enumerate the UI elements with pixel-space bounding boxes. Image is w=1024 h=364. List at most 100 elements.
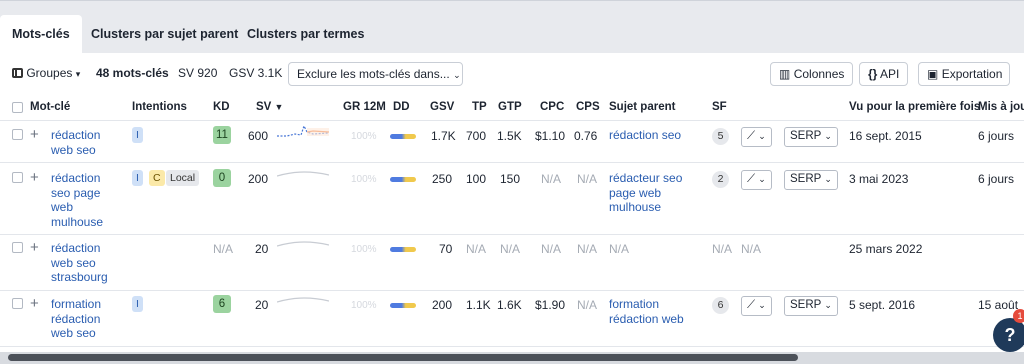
cps-value: N/A (577, 298, 598, 312)
cpc-value: $1.90 (535, 298, 566, 312)
trend-dropdown[interactable]: ⟋ ⌄ (741, 127, 772, 147)
plus-icon[interactable]: + (30, 170, 39, 185)
trend-dropdown[interactable]: ⟋ ⌄ (741, 296, 772, 316)
tab-term-clusters[interactable]: Clusters par termes (235, 15, 376, 54)
parent-topic-line: rédaction seo (609, 128, 682, 142)
keyword-link[interactable]: rédaction web seo strasbourg (51, 241, 115, 285)
help-button[interactable]: ? (993, 318, 1024, 352)
header-dd[interactable]: DD (393, 101, 410, 113)
cps-value: 0.76 (574, 129, 598, 143)
sv-value: 20 (255, 242, 269, 256)
serp-dropdown[interactable]: SERP ⌄ (784, 296, 838, 316)
header-gtp[interactable]: GTP (498, 101, 522, 113)
horizontal-scrollbar[interactable] (0, 352, 1024, 364)
updated-value: 15 août (978, 298, 1019, 312)
parent-topic-line: rédaction web (609, 311, 684, 326)
plus-icon[interactable]: + (30, 240, 39, 255)
columns-button[interactable]: ▥ Colonnes (770, 62, 854, 86)
serp-dropdown[interactable]: SERP ⌄ (784, 127, 838, 147)
row-checkbox[interactable] (12, 298, 23, 309)
tp-value: N/A (466, 242, 487, 256)
header-cps[interactable]: CPS (576, 101, 600, 113)
tab-keywords[interactable]: Mots-clés (0, 15, 82, 54)
parent-topic-link[interactable]: rédaction seo (609, 128, 699, 143)
header-updated[interactable]: Mis à jour (978, 101, 1024, 113)
trend-dropdown[interactable]: ⟋ ⌄ (741, 170, 772, 190)
header-cpc[interactable]: CPC (540, 101, 564, 113)
plus-icon[interactable]: + (30, 127, 39, 142)
exclude-keywords-dropdown[interactable]: Exclure les mots-clés dans... ⌄ (288, 62, 463, 86)
export-label: Exportation (941, 67, 1003, 81)
groups-toggle[interactable]: Groupes ▾ (12, 66, 80, 80)
keyword-line: formation (51, 297, 102, 311)
gr12m-value: 100% (351, 300, 377, 311)
header-intents[interactable]: Intentions (132, 101, 187, 113)
select-all-checkbox[interactable] (12, 102, 23, 113)
keyword-count: 48 mots-clés (96, 66, 169, 80)
keyword-line: web seo (51, 142, 96, 157)
serp-label: SERP (790, 299, 822, 311)
chevron-down-icon: ⌄ (758, 131, 766, 141)
first-seen-value: 25 mars 2022 (849, 242, 923, 256)
header-gsv[interactable]: GSV (430, 101, 454, 113)
updated-value: 6 jours (978, 129, 1015, 143)
keyword-link[interactable]: rédaction web seo (51, 128, 115, 157)
header-parent-topic[interactable]: Sujet parent (609, 101, 675, 113)
sf-value: N/A (712, 242, 733, 256)
header-gr12m[interactable]: GR 12M (343, 101, 386, 113)
kd-badge: 11 (213, 126, 231, 144)
gsv-value: 70 (439, 242, 453, 256)
sv-value: 600 (248, 129, 269, 143)
api-button[interactable]: {} API (859, 62, 909, 86)
row-checkbox[interactable] (12, 172, 23, 183)
tp-value: 100 (466, 172, 487, 186)
divider (0, 346, 1024, 347)
row-checkbox[interactable] (12, 242, 23, 253)
chevron-down-icon: ⌄ (824, 131, 832, 141)
sort-down-icon: ▼ (274, 102, 284, 112)
header-sf[interactable]: SF (712, 101, 727, 113)
exclude-label: Exclure les mots-clés dans... (297, 67, 450, 81)
tp-value: 1.1K (466, 298, 491, 312)
keyword-link[interactable]: rédaction seo page web mulhouse (51, 171, 115, 229)
serp-dropdown[interactable]: SERP ⌄ (784, 170, 838, 190)
serp-label: SERP (790, 130, 822, 142)
keyword-line: rédaction (51, 171, 101, 185)
gtp-value: 150 (500, 172, 521, 186)
keyword-link[interactable]: formation rédaction web seo (51, 297, 115, 341)
dd-bar (390, 134, 416, 139)
keyword-line: web seo (51, 326, 96, 340)
header-keyword[interactable]: Mot-clé (30, 101, 70, 113)
chevron-down-icon: ⌄ (824, 300, 832, 310)
sv-trend-sparkline (277, 124, 329, 137)
gr12m-value: 100% (351, 174, 377, 185)
header-sv-label: SV (256, 101, 272, 113)
first-seen-value: 5 sept. 2016 (849, 298, 916, 312)
keywords-explorer: Mots-clés Clusters par sujet parent Clus… (0, 0, 1024, 364)
total-sv: SV 920 (178, 66, 218, 80)
scrollbar-thumb[interactable] (8, 354, 798, 361)
header-sv[interactable]: SV ▼ (256, 101, 283, 113)
row-checkbox[interactable] (12, 129, 23, 140)
parent-topic-link[interactable]: formation rédaction web (609, 297, 699, 326)
api-label: API (880, 67, 900, 81)
parent-topic-link[interactable]: rédacteur seo page web mulhouse (609, 171, 699, 215)
kd-badge: 0 (213, 169, 231, 187)
header-kd[interactable]: KD (213, 101, 230, 113)
plus-icon[interactable]: + (30, 296, 39, 311)
parent-topic-value: N/A (609, 242, 630, 256)
tab-parent-topic-clusters[interactable]: Clusters par sujet parent (79, 15, 250, 54)
first-seen-value: 3 mai 2023 (849, 172, 909, 186)
cps-value: N/A (577, 172, 598, 186)
trend-icon: ⟋ (747, 130, 756, 142)
export-button[interactable]: ▣ Exportation (918, 62, 1010, 86)
intent-badge-informational: I (132, 296, 143, 312)
sv-value: 20 (255, 298, 269, 312)
header-tp[interactable]: TP (472, 101, 487, 113)
header-first-seen[interactable]: Vu pour la première fois (849, 101, 980, 113)
serp-label: SERP (790, 173, 822, 185)
sv-trend-sparkline (277, 171, 329, 177)
keyword-line: web seo (51, 255, 96, 270)
updated-value: 6 jours (978, 172, 1015, 186)
gsv-value: 200 (432, 298, 453, 312)
